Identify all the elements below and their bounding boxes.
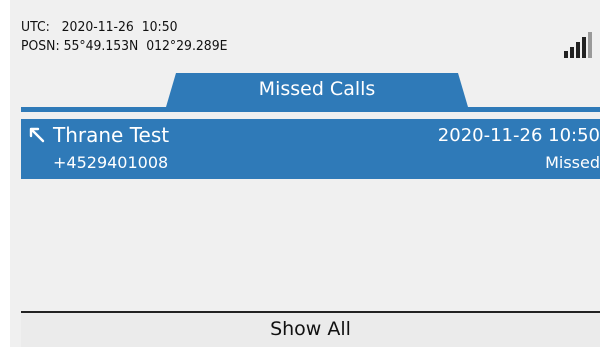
call-time: 2020-11-26 10:50 <box>437 125 600 146</box>
utc-time: UTC: 2020-11-26 10:50 <box>21 19 178 35</box>
caller-number: +4529401008 <box>53 153 169 172</box>
device-screen: UTC: 2020-11-26 10:50 POSN: 55°49.153N 0… <box>10 0 600 347</box>
footer-bar: Show All <box>21 311 600 347</box>
position-readout: POSN: 55°49.153N 012°29.289E <box>21 38 228 54</box>
call-list-item[interactable]: Thrane Test +4529401008 2020-11-26 10:50… <box>21 119 600 179</box>
show-all-button[interactable]: Show All <box>21 318 600 340</box>
tab-missed-calls[interactable]: Missed Calls <box>166 73 468 107</box>
call-status: Missed <box>545 153 600 172</box>
missed-call-icon <box>29 127 45 143</box>
tab-underline <box>21 107 600 112</box>
caller-name: Thrane Test <box>53 123 170 147</box>
tab-label: Missed Calls <box>258 78 376 100</box>
signal-strength-icon <box>562 32 592 58</box>
